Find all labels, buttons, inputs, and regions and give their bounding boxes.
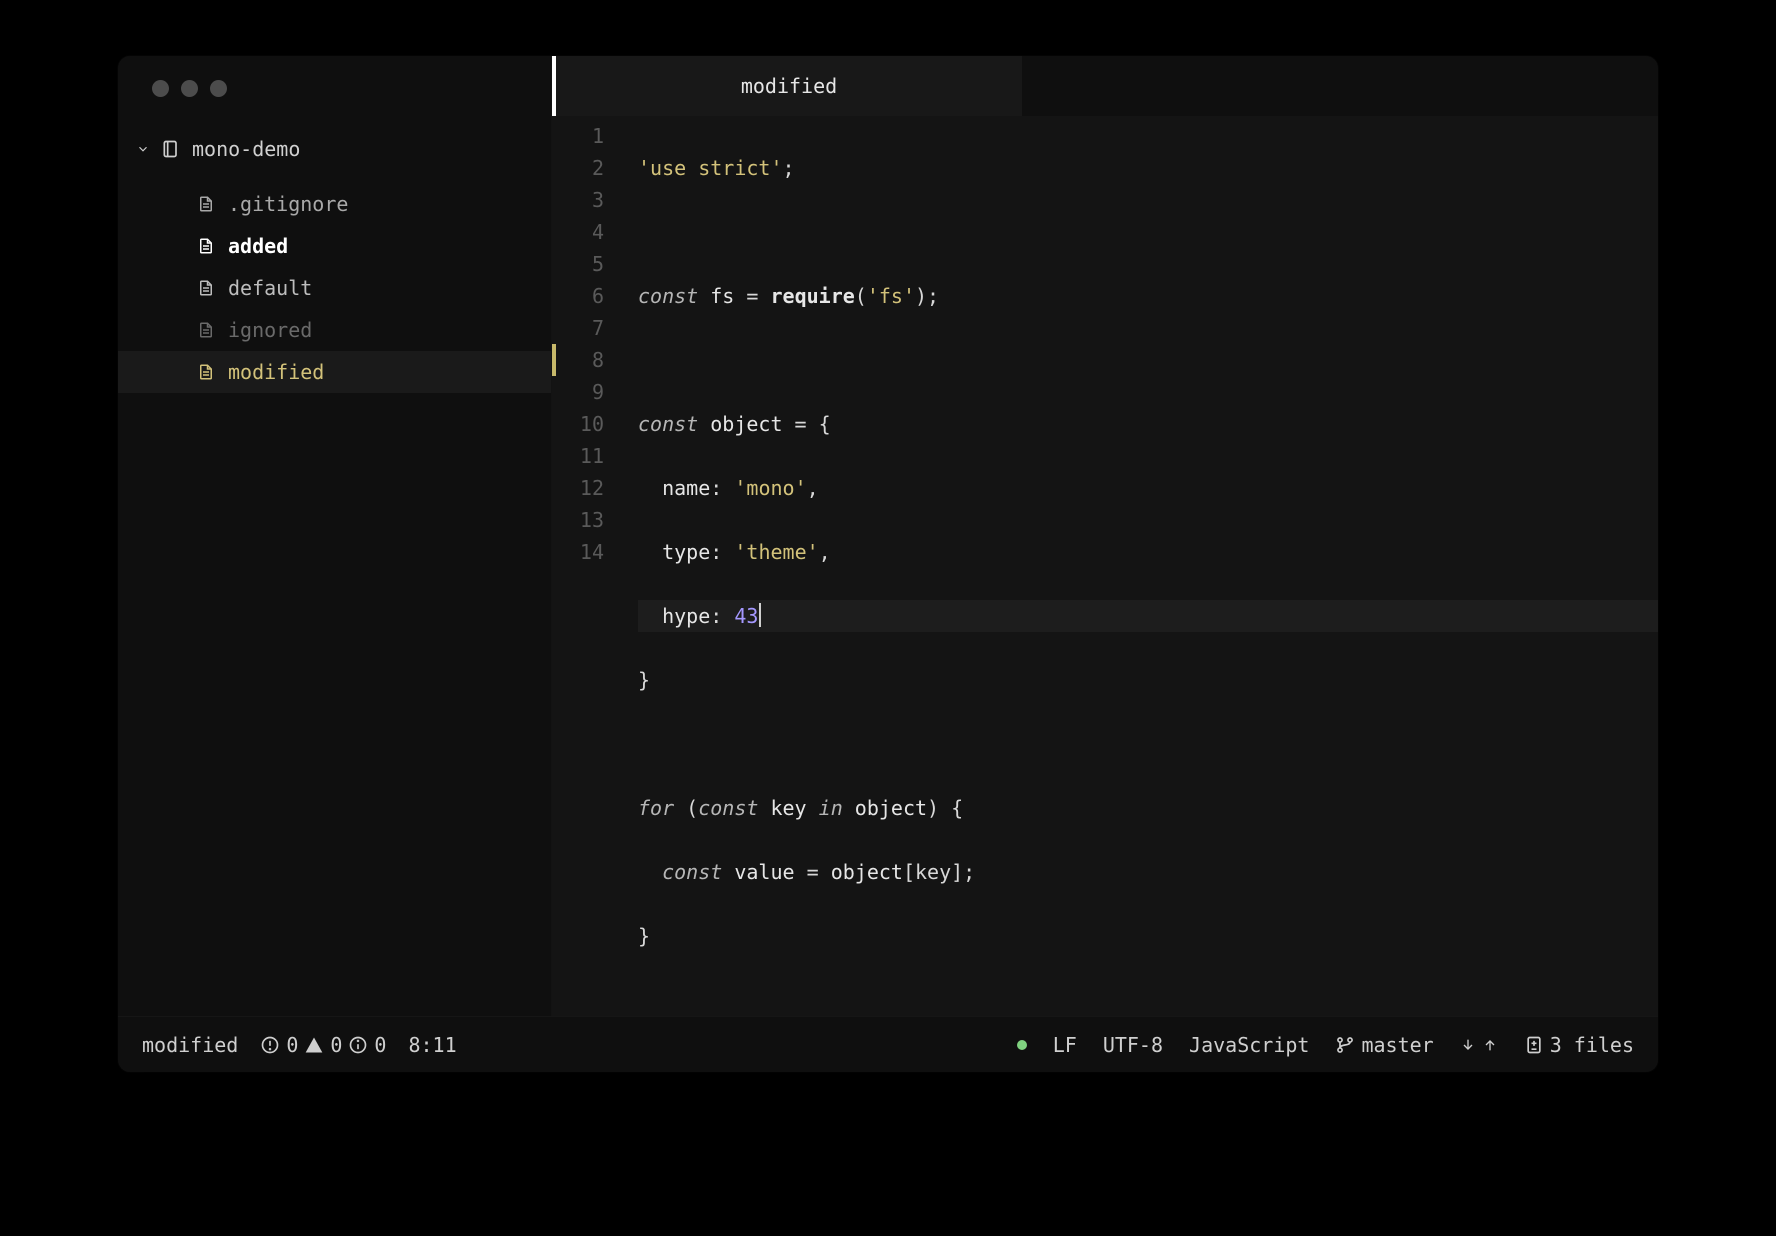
code-token: = bbox=[807, 860, 831, 884]
status-dot-icon bbox=[1017, 1040, 1027, 1050]
info-count: 0 bbox=[374, 1033, 386, 1057]
status-branch[interactable]: master bbox=[1335, 1033, 1433, 1057]
warning-count: 0 bbox=[330, 1033, 342, 1057]
git-branch-icon bbox=[1335, 1035, 1355, 1055]
error-count: 0 bbox=[286, 1033, 298, 1057]
file-ignored[interactable]: ignored bbox=[118, 309, 551, 351]
code-token: ( bbox=[855, 284, 867, 308]
file-icon bbox=[197, 361, 215, 383]
warning-icon bbox=[304, 1035, 324, 1055]
code-token: fs bbox=[710, 284, 734, 308]
code-token: 'use strict' bbox=[638, 156, 783, 180]
status-bar: modified 0 0 0 8:11 LF UTF-8 JavaScript bbox=[118, 1016, 1658, 1072]
status-filename[interactable]: modified bbox=[142, 1033, 238, 1057]
file-label: modified bbox=[228, 360, 324, 384]
line-gutter: 1 2 3 4 5 6 7 8 9 10 11 12 13 14 bbox=[552, 120, 618, 1016]
info-icon bbox=[348, 1035, 368, 1055]
status-language[interactable]: JavaScript bbox=[1189, 1033, 1309, 1057]
status-diagnostics[interactable]: 0 0 0 bbox=[260, 1033, 386, 1057]
code-token: ); bbox=[915, 284, 939, 308]
file-default[interactable]: default bbox=[118, 267, 551, 309]
code-editor[interactable]: 1 2 3 4 5 6 7 8 9 10 11 12 13 14 'use st… bbox=[552, 116, 1658, 1016]
text-cursor bbox=[759, 603, 761, 627]
file-label: default bbox=[228, 276, 312, 300]
status-eol[interactable]: LF bbox=[1053, 1033, 1077, 1057]
traffic-minimize-icon[interactable] bbox=[181, 80, 198, 97]
code-token: value bbox=[722, 860, 806, 884]
branch-name: master bbox=[1361, 1033, 1433, 1057]
window-controls bbox=[118, 56, 551, 131]
file-tree: .gitignore added default ignored modifie… bbox=[118, 183, 551, 393]
code-token: type bbox=[662, 540, 710, 564]
file-icon bbox=[197, 235, 215, 257]
code-token: object bbox=[831, 860, 903, 884]
arrow-down-icon bbox=[1460, 1037, 1476, 1053]
file-label: added bbox=[228, 234, 288, 258]
code-token: require bbox=[770, 284, 854, 308]
sidebar: mono-demo .gitignore added default ign bbox=[118, 56, 552, 1016]
chevron-down-icon bbox=[136, 142, 150, 156]
editor-window: mono-demo .gitignore added default ign bbox=[118, 56, 1658, 1072]
status-encoding[interactable]: UTF-8 bbox=[1103, 1033, 1163, 1057]
code-token: const bbox=[638, 412, 698, 436]
file-icon bbox=[197, 277, 215, 299]
code-token: ) { bbox=[927, 796, 963, 820]
code-token: = bbox=[795, 412, 819, 436]
project-root[interactable]: mono-demo bbox=[118, 131, 551, 167]
status-diff[interactable]: 3 files bbox=[1524, 1033, 1634, 1057]
file-gitignore[interactable]: .gitignore bbox=[118, 183, 551, 225]
file-added[interactable]: added bbox=[118, 225, 551, 267]
code-token: in bbox=[819, 796, 843, 820]
file-label: ignored bbox=[228, 318, 312, 342]
file-icon bbox=[197, 193, 215, 215]
diff-icon bbox=[1524, 1035, 1544, 1055]
repo-icon bbox=[161, 139, 181, 159]
tab-label: modified bbox=[741, 74, 837, 98]
file-label: .gitignore bbox=[228, 192, 348, 216]
code-token: } bbox=[638, 668, 650, 692]
code-token: 43 bbox=[734, 604, 758, 628]
code-token: = bbox=[734, 284, 770, 308]
code-token: const bbox=[638, 284, 698, 308]
code-content[interactable]: 'use strict'; const fs = require('fs'); … bbox=[618, 120, 1658, 1016]
code-token: for bbox=[638, 796, 674, 820]
code-token: 'fs' bbox=[867, 284, 915, 308]
code-token: const bbox=[698, 796, 758, 820]
code-token: object bbox=[843, 796, 927, 820]
main-split: mono-demo .gitignore added default ign bbox=[118, 56, 1658, 1016]
code-token: ( bbox=[674, 796, 698, 820]
arrow-up-icon bbox=[1482, 1037, 1498, 1053]
code-token: { bbox=[819, 412, 831, 436]
status-cursor-position[interactable]: 8:11 bbox=[408, 1033, 456, 1057]
file-modified[interactable]: modified bbox=[118, 351, 551, 393]
diff-file-count: 3 files bbox=[1550, 1033, 1634, 1057]
code-token: const bbox=[662, 860, 722, 884]
error-icon bbox=[260, 1035, 280, 1055]
tab-modified[interactable]: modified bbox=[552, 56, 1022, 116]
code-token: name bbox=[662, 476, 710, 500]
code-token: key bbox=[758, 796, 818, 820]
traffic-zoom-icon[interactable] bbox=[210, 80, 227, 97]
code-token: object bbox=[698, 412, 794, 436]
editor-pane: modified 1 2 3 4 5 6 7 8 9 10 11 12 1 bbox=[552, 56, 1658, 1016]
code-token: [key]; bbox=[903, 860, 975, 884]
code-token: } bbox=[638, 924, 650, 948]
traffic-close-icon[interactable] bbox=[152, 80, 169, 97]
code-token: 'theme' bbox=[734, 540, 818, 564]
code-token: hype bbox=[662, 604, 710, 628]
status-sync[interactable] bbox=[1460, 1037, 1498, 1053]
project-name: mono-demo bbox=[192, 137, 300, 161]
tab-bar: modified bbox=[552, 56, 1658, 116]
code-token: 'mono' bbox=[734, 476, 806, 500]
file-icon bbox=[197, 319, 215, 341]
